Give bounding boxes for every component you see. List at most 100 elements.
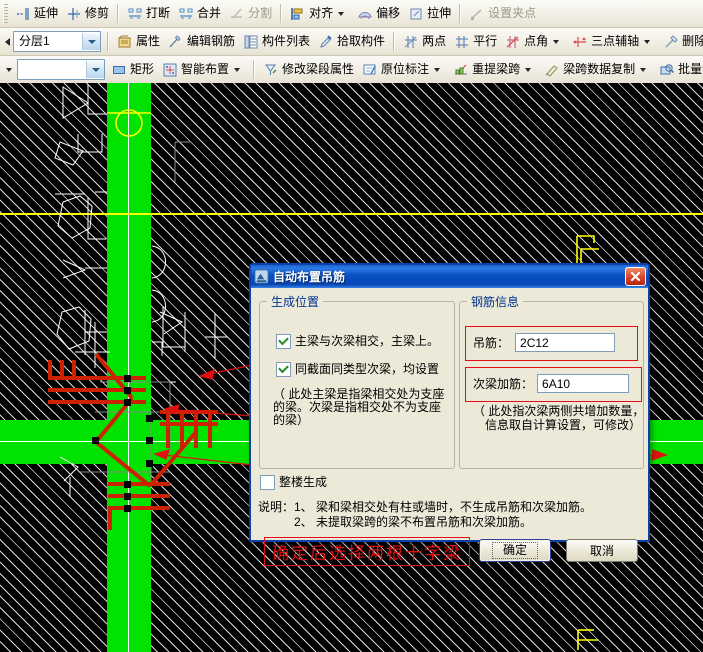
toolbar-button-reextract-span[interactable]: 重提梁跨 [449, 58, 540, 81]
checkbox-label: 整楼生成 [279, 475, 327, 489]
toolbar-label: 延伸 [34, 3, 58, 24]
toolbar-button-component-list[interactable]: 构件列表 [239, 30, 314, 53]
merge-icon [178, 6, 194, 22]
toolbar-label: 两点 [422, 31, 446, 52]
chevron-down-icon[interactable] [234, 68, 240, 72]
scroll-left-icon[interactable] [5, 38, 10, 46]
toolbar-button-copy-span-data[interactable]: 梁跨数据复制 [540, 58, 655, 81]
toolbar-button-two-point[interactable]: 两点 [399, 30, 450, 53]
align-icon [290, 6, 306, 22]
toolbar-separator [393, 32, 395, 51]
layer-select[interactable]: 分层1 [13, 31, 101, 52]
annotation-red-text: 确定后选择两根十字梁 [264, 537, 470, 566]
toolbar-separator [117, 4, 119, 23]
pick-component-icon [318, 34, 334, 50]
toolbar-button-offset[interactable]: 偏移 [353, 2, 404, 25]
layer-select-value: 分层1 [14, 32, 82, 51]
toolbar-button-break[interactable]: 打断 [123, 2, 174, 25]
explanation-line-2: 2、 未提取梁跨的梁不布置吊筋和次梁加筋。 [294, 515, 532, 530]
three-point-axis-icon [572, 34, 588, 50]
toolbar-label: 修改梁段属性 [282, 59, 354, 80]
extend-icon [15, 6, 31, 22]
toolbar-label: 属性 [136, 31, 160, 52]
toolbar-label: 对齐 [309, 3, 333, 24]
toolbar-area: 延伸 修剪 打断 [0, 0, 703, 82]
toolbar-label: 分割 [248, 3, 272, 24]
cancel-button-label: 取消 [590, 542, 614, 559]
toolbar-button-point-angle[interactable]: 点角 [501, 30, 568, 53]
toolbar-button-in-situ-annotation[interactable]: 原位标注 [358, 58, 449, 81]
chevron-down-icon[interactable] [6, 68, 12, 72]
break-icon [127, 6, 143, 22]
toolbar-button-split[interactable]: 分割 [225, 2, 276, 25]
toolbar-button-pick-component[interactable]: 拾取构件 [314, 30, 389, 53]
checkbox-label: 同截面同类型次梁，均设置 [295, 362, 439, 376]
checkbox-main-secondary-beam[interactable]: 主梁与次梁相交，主梁上。 [276, 334, 439, 349]
chevron-down-icon[interactable] [434, 68, 440, 72]
yellow-wall-symbol-bottom-right [578, 630, 598, 650]
toolbar-row-component: 分层1 属性 编辑钢筋 构件列表 [0, 28, 703, 56]
reextract-span-icon [453, 62, 469, 78]
toolbar-button-set-grip[interactable]: 设置夹点 [465, 2, 540, 25]
group-generation-position: 生成位置 [259, 301, 455, 469]
toolbar-button-parallel[interactable]: 平行 [450, 30, 501, 53]
toolbar-label: 平行 [473, 31, 497, 52]
toolbar-button-rectangle[interactable]: 矩形 [107, 58, 158, 81]
split-icon [229, 6, 245, 22]
trim-icon [66, 6, 82, 22]
toolbar-label: 修剪 [85, 3, 109, 24]
toolbar-separator [459, 4, 461, 23]
chevron-down-icon[interactable] [553, 40, 559, 44]
field-row-secondary-rebar: 次梁加筋： 6A10 [473, 374, 629, 393]
point-angle-icon [505, 34, 521, 50]
note-rebar-info-line1: （ 此处指次梁两侧共增加数量， [473, 405, 644, 418]
chevron-down-icon[interactable] [86, 61, 104, 78]
checkbox-box[interactable] [276, 362, 291, 377]
toolbar-button-properties[interactable]: 属性 [113, 30, 164, 53]
note-rebar-info-line2: 信息取自计算设置，可修改） [485, 419, 641, 432]
toolbar-button-edit-beam-segment[interactable]: 修改梁段属性 [259, 58, 358, 81]
toolbar-button-smart-layout[interactable]: 智能布置 [158, 58, 249, 81]
beam-type-select[interactable] [17, 59, 105, 80]
rebar-hanger-detail [48, 354, 218, 530]
checkbox-whole-floor-generate[interactable]: 整楼生成 [260, 475, 327, 490]
dialog-body: 生成位置 主梁与次梁相交，主梁上。 同截面同类型次梁，均设置 （ 此处主梁是指梁… [251, 288, 648, 542]
toolbar-label: 智能布置 [181, 59, 229, 80]
stretch-icon [408, 6, 424, 22]
auto-hanger-rebar-dialog[interactable]: 自动布置吊筋 生成位置 主梁与次梁相交，主梁上。 同截面同类型次梁，均设置 （ … [249, 263, 650, 542]
chevron-down-icon[interactable] [525, 68, 531, 72]
grip-point-icon [469, 6, 485, 22]
checkbox-same-section-secondary-beam[interactable]: 同截面同类型次梁，均设置 [276, 362, 439, 377]
chevron-down-icon[interactable] [644, 40, 650, 44]
toolbar-grip[interactable] [3, 4, 8, 23]
component-list-icon [243, 34, 259, 50]
toolbar-button-extend[interactable]: 延伸 [11, 2, 62, 25]
checkbox-box[interactable] [276, 334, 291, 349]
application-icon [254, 269, 269, 284]
toolbar-label: 梁跨数据复制 [563, 59, 635, 80]
chevron-down-icon[interactable] [640, 68, 646, 72]
cancel-button[interactable]: 取消 [566, 539, 638, 562]
chevron-down-icon[interactable] [82, 33, 100, 50]
toolbar-button-edit-rebar[interactable]: 编辑钢筋 [164, 30, 239, 53]
close-icon[interactable] [625, 267, 646, 286]
toolbar-label: 拉伸 [427, 3, 451, 24]
checkbox-label: 主梁与次梁相交，主梁上。 [295, 334, 439, 348]
offset-icon [357, 6, 373, 22]
dialog-titlebar[interactable]: 自动布置吊筋 [251, 265, 648, 288]
hanger-rebar-input[interactable]: 2C12 [515, 333, 615, 352]
ok-button[interactable]: 确定 [479, 539, 551, 562]
toolbar-button-merge[interactable]: 合并 [174, 2, 225, 25]
chevron-down-icon[interactable] [338, 12, 344, 16]
toolbar-button-trim[interactable]: 修剪 [62, 2, 113, 25]
checkbox-box[interactable] [260, 475, 275, 490]
toolbar-button-delete-axis[interactable]: 删除辅轴 [659, 30, 703, 53]
toolbar-button-three-point-axis[interactable]: 三点辅轴 [568, 30, 659, 53]
toolbar-button-batch-identify-support[interactable]: 批量识别梁支座 [655, 58, 703, 81]
toolbar-button-stretch[interactable]: 拉伸 [404, 2, 455, 25]
yellow-column-symbol-top [107, 110, 151, 136]
toolbar-label: 拾取构件 [337, 31, 385, 52]
toolbar-button-align[interactable]: 对齐 [286, 2, 353, 25]
secondary-rebar-input[interactable]: 6A10 [537, 374, 629, 393]
toolbar-separator [280, 4, 282, 23]
